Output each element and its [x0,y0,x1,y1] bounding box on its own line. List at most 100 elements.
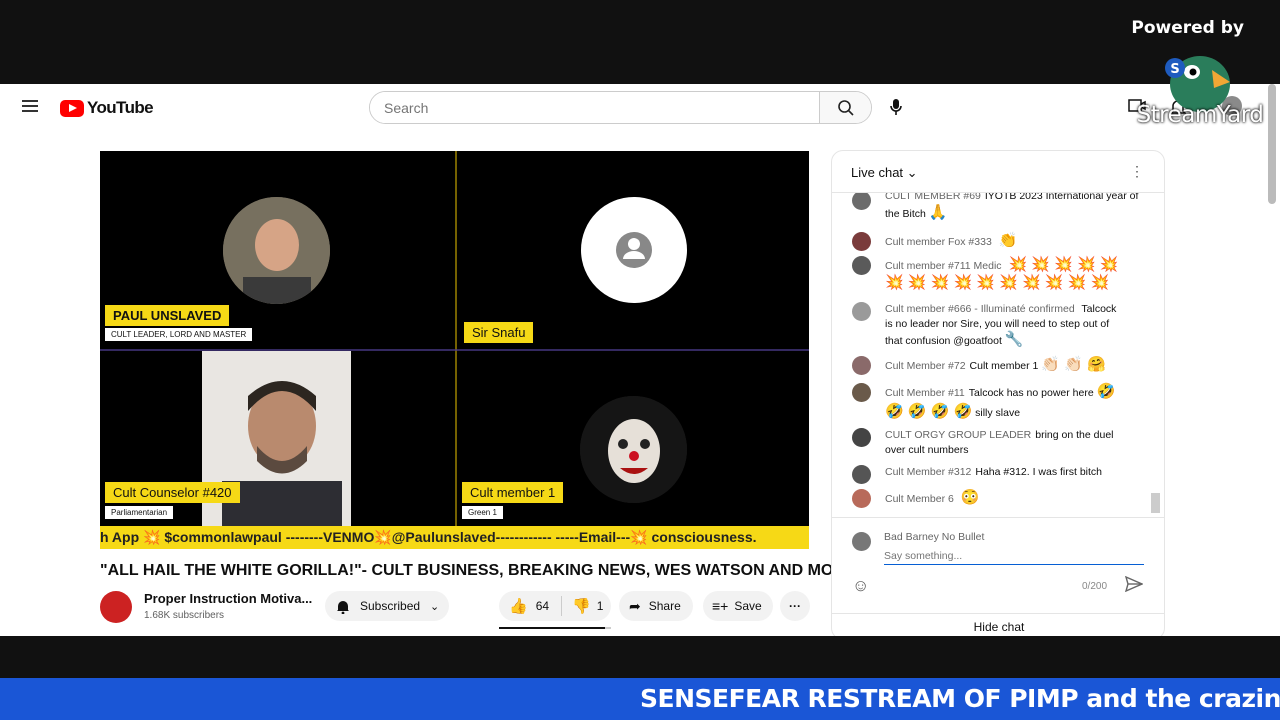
video-title: "ALL HAIL THE WHITE GORILLA!"- CULT BUSI… [100,562,856,579]
chat-avatar [852,193,871,210]
bell-icon [337,600,349,614]
chat-message: CULT ORGY GROUP LEADER bring on the duel … [852,428,1142,457]
chat-author: Cult member Fox #333 [885,236,992,248]
chat-avatar [852,383,871,402]
chat-header: Live chat ⌄ ⋮ [832,151,1164,193]
send-icon [1124,575,1144,593]
user-avatar [852,532,871,551]
chat-message: Cult Member #11 Talcock has no power here… [852,383,1142,423]
share-label: Share [648,599,681,613]
subscriber-count: 1.68K subscribers [144,610,225,621]
dislike-button[interactable]: 👎 1 [562,597,603,615]
chat-input-area: Bad Barney No Bullet ☺ 0/200 [832,517,1164,613]
channel-avatar[interactable] [100,591,132,623]
search-bar [369,91,872,124]
like-button[interactable]: 👍 64 [499,597,549,615]
chat-menu-icon[interactable]: ⋮ [1130,163,1144,180]
save-label: Save [734,599,762,613]
chat-text: silly slave [975,407,1021,419]
participant-subtitle: Green 1 [462,506,503,519]
user-avatar-icon [616,232,652,268]
chat-scrollbar[interactable] [1151,493,1160,513]
live-chat-dropdown[interactable]: Live chat ⌄ [851,165,918,181]
chat-message: Cult member #711 Medic 💥 💥 💥 💥 💥 💥 💥 💥 💥… [852,256,1142,291]
chat-message: CULT MEMBER #69 IYOTB 2023 International … [852,193,1142,221]
chat-emoji: 🙏 [928,203,948,221]
thumbs-down-icon: 👎 [572,598,591,615]
chat-message: Cult member #666 - Illuminaté confirmed … [852,302,1142,349]
chat-message: Cult Member #72 Cult member 1 👏🏻 👏🏻 🤗 [852,356,1142,375]
chat-emoji: 🔧 [1004,331,1024,348]
banner-text: SENSEFEAR RESTREAM OF PIMP and the crazi… [640,684,1280,713]
svg-text:S: S [1170,62,1179,77]
streamyard-wordmark: StreamYard [1136,102,1264,128]
participant-name-tag: Cult member 1 [462,482,564,503]
search-input[interactable] [370,92,819,123]
like-dislike-group: 👍 64 👎 1 [499,591,611,621]
grid-divider [455,151,457,526]
youtube-page: YouTube 6 PAUL UNSLAVED CULT LEADER, LOR… [0,84,1280,636]
chat-author: Cult Member #72 [885,360,966,372]
chat-avatar [852,302,871,321]
donation-ticker: h App 💥 $commonlawpaul --------VENMO💥@Pa… [100,526,809,549]
live-chat-panel: Live chat ⌄ ⋮ CULT MEMBER #69 IYOTB 2023 … [831,150,1165,636]
chat-text: Haha #312. I was first bitch [975,466,1103,478]
chat-avatar [852,356,871,375]
restream-banner: SENSEFEAR RESTREAM OF PIMP and the crazi… [0,678,1280,720]
streamyard-logo: S StreamYard [1130,44,1270,130]
participant-placeholder [581,197,687,303]
hide-chat-button[interactable]: Hide chat [832,613,1164,636]
chat-author: Cult Member 6 [885,493,954,505]
chat-avatar [852,489,871,508]
subscribed-label: Subscribed [360,599,421,613]
participant-name-tag: Cult Counselor #420 [105,482,240,503]
more-actions-button[interactable]: ··· [780,591,810,621]
channel-name[interactable]: Proper Instruction Motiva... [144,591,312,606]
chat-avatar [852,256,871,275]
chat-author: CULT MEMBER #69 [885,193,981,202]
chat-author: Cult Member #312 [885,466,972,478]
live-chat-title: Live chat [851,165,904,180]
dislike-count: 1 [596,599,604,613]
share-button[interactable]: ➦ Share [619,591,693,621]
youtube-play-icon [60,99,84,117]
chat-emoji: 👏🏻 👏🏻 🤗 [1041,356,1106,373]
subscribed-button[interactable]: Subscribed ⌄ [325,591,449,621]
chat-author: CULT ORGY GROUP LEADER [885,429,1032,441]
thumbs-up-icon: 👍 [509,598,528,615]
like-ratio-bar [499,627,611,629]
current-user-name: Bad Barney No Bullet [884,531,985,543]
chat-emoji: 😳 [960,489,980,506]
chat-message-input[interactable] [884,547,1144,565]
participant-name-tag: Sir Snafu [464,322,534,343]
chat-message: Cult Member 6 😳 [852,489,1142,508]
chevron-down-icon: ⌄ [430,600,440,613]
save-button[interactable]: ≡+ Save [703,591,773,621]
emoji-picker-icon[interactable]: ☺ [852,576,869,596]
microphone-icon [890,99,902,115]
participant-camera [580,396,687,503]
send-button[interactable] [1124,575,1144,597]
character-count: 0/200 [1082,581,1108,592]
chat-text: Cult member 1 [969,360,1039,372]
search-button[interactable] [819,92,871,123]
chat-avatar [852,465,871,484]
chat-text: Talcock has no power here [968,387,1094,399]
youtube-wordmark: YouTube [87,98,154,117]
video-player[interactable]: PAUL UNSLAVED CULT LEADER, LORD AND MAST… [100,151,809,549]
chat-author: Cult member #711 Medic [885,260,1002,272]
save-playlist-icon: ≡+ [712,598,729,614]
hamburger-menu-icon[interactable] [22,100,38,112]
chat-message: Cult member Fox #333 👏 [852,232,1142,251]
like-count: 64 [535,599,550,613]
chat-author: Cult member #666 - Illuminaté confirmed [885,303,1075,315]
more-icon: ··· [789,599,801,613]
top-black-bar: Powered by [0,0,1280,84]
participant-subtitle: Parliamentarian [105,506,174,519]
voice-search-button[interactable] [880,91,912,123]
chat-message: Cult Member #312 Haha #312. I was first b… [852,465,1142,484]
youtube-logo[interactable]: YouTube [60,98,154,118]
chevron-down-icon: ⌄ [906,165,918,180]
share-icon: ➦ [629,597,641,614]
search-icon [837,99,854,116]
